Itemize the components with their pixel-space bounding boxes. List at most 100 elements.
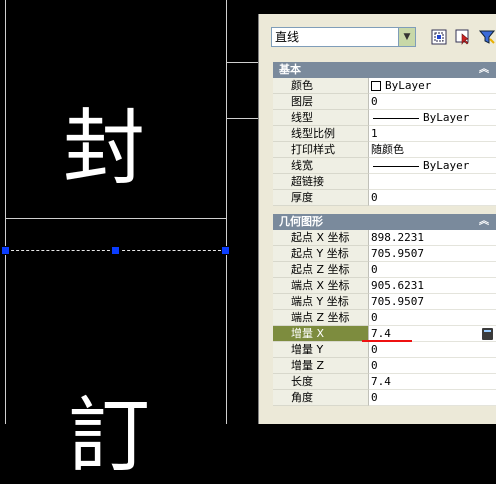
property-value[interactable]: 随颜色	[369, 142, 496, 158]
property-value[interactable]: ByLayer	[369, 78, 496, 94]
property-value[interactable]: 905.6231	[369, 278, 496, 294]
property-value-text: 0	[371, 311, 378, 324]
property-value-text: ByLayer	[385, 79, 432, 92]
frame-line-lower	[226, 118, 258, 119]
property-label: 打印样式	[273, 142, 369, 158]
property-value-text: 0	[371, 191, 378, 204]
grip-start[interactable]	[1, 246, 10, 255]
property-value[interactable]: 0	[369, 358, 496, 374]
cad-text-top[interactable]: 封	[63, 108, 145, 190]
select-objects-icon	[455, 29, 469, 45]
property-value[interactable]: 0	[369, 310, 496, 326]
property-label: 端点 Z 坐标	[273, 310, 369, 326]
property-row[interactable]: 厚度 0	[273, 190, 496, 206]
property-label: 颜色	[273, 78, 369, 94]
property-row[interactable]: 长度 7.4	[273, 374, 496, 390]
select-objects-button[interactable]	[453, 27, 473, 47]
property-value[interactable]	[369, 174, 496, 190]
property-row[interactable]: 图层 0	[273, 94, 496, 110]
property-value[interactable]: 1	[369, 126, 496, 142]
grip-end[interactable]	[221, 246, 230, 255]
border-line-left	[5, 0, 6, 424]
property-value-text: 898.2231	[371, 231, 424, 244]
property-label: 角度	[273, 390, 369, 406]
horizontal-line	[5, 218, 226, 219]
property-value[interactable]: ByLayer	[369, 110, 496, 126]
property-row[interactable]: 线宽 ByLayer	[273, 158, 496, 174]
property-label: 增量 Y	[273, 342, 369, 358]
section-header-geometry[interactable]: 几何图形 ︽	[273, 214, 496, 230]
palette-toolbar: 直线 ▼	[259, 14, 496, 50]
property-value[interactable]: ByLayer	[369, 158, 496, 174]
property-label: 线型比例	[273, 126, 369, 142]
linetype-sample-icon	[373, 165, 419, 167]
property-value-text: 0	[371, 263, 378, 276]
property-value[interactable]: 898.2231	[369, 230, 496, 246]
quick-select-button[interactable]	[477, 27, 496, 47]
property-row[interactable]: 起点 X 坐标 898.2231	[273, 230, 496, 246]
object-type-select[interactable]: 直线 ▼	[271, 27, 416, 47]
property-value-text: 905.6231	[371, 279, 424, 292]
cad-text-bottom[interactable]: 訂	[68, 396, 150, 478]
property-label: 起点 X 坐标	[273, 230, 369, 246]
property-row[interactable]: 增量 Z0	[273, 358, 496, 374]
property-value[interactable]: 0	[369, 94, 496, 110]
section-title: 基本	[279, 63, 301, 76]
property-value-text: 0	[371, 391, 378, 404]
property-value-text: 随颜色	[371, 143, 404, 156]
property-value[interactable]: 0	[369, 390, 496, 406]
chevron-up-double-icon[interactable]: ︽	[479, 62, 489, 78]
properties-palette: 直线 ▼ 基本 ︽ 颜色 ByLayer 图层 0 线型 ByLayer 线型比…	[258, 14, 496, 424]
grip-midpoint[interactable]	[111, 246, 120, 255]
property-row[interactable]: 颜色 ByLayer	[273, 78, 496, 94]
annotation-underline	[362, 340, 412, 342]
property-value[interactable]: 0	[369, 262, 496, 278]
chevron-down-icon[interactable]: ▼	[398, 28, 415, 46]
filter-icon	[479, 30, 495, 44]
property-value[interactable]: 0	[369, 342, 496, 358]
object-type-value: 直线	[275, 30, 300, 44]
property-value-text: ByLayer	[423, 111, 470, 124]
property-value-text: ByLayer	[423, 159, 470, 172]
property-label: 起点 Y 坐标	[273, 246, 369, 262]
property-label: 起点 Z 坐标	[273, 262, 369, 278]
property-value[interactable]: 705.9507	[369, 246, 496, 262]
property-value[interactable]: 7.4	[369, 374, 496, 390]
color-swatch-icon	[371, 81, 381, 91]
property-value[interactable]: 705.9507	[369, 294, 496, 310]
property-row[interactable]: 线型 ByLayer	[273, 110, 496, 126]
property-row[interactable]: 线型比例 1	[273, 126, 496, 142]
property-row[interactable]: 起点 Z 坐标 0	[273, 262, 496, 278]
property-label: 线宽	[273, 158, 369, 174]
property-grid-general: 颜色 ByLayer 图层 0 线型 ByLayer 线型比例 1 打印样式 随颜色 线宽 ByLay…	[273, 78, 496, 206]
property-row[interactable]: 增量 Y0	[273, 342, 496, 358]
section-title: 几何图形	[279, 215, 323, 228]
property-label: 长度	[273, 374, 369, 390]
pickadd-icon	[431, 29, 447, 45]
calculator-icon[interactable]	[482, 328, 493, 340]
toggle-pickadd-button[interactable]	[429, 27, 449, 47]
property-row[interactable]: 端点 Z 坐标 0	[273, 310, 496, 326]
property-row[interactable]: 端点 X 坐标 905.6231	[273, 278, 496, 294]
property-row[interactable]: 超链接	[273, 174, 496, 190]
frame-line-upper	[226, 62, 258, 63]
property-value[interactable]: 0	[369, 190, 496, 206]
property-row[interactable]: 打印样式 随颜色	[273, 142, 496, 158]
property-label: 增量 Z	[273, 358, 369, 374]
chevron-up-double-icon[interactable]: ︽	[479, 214, 489, 230]
property-label: 超链接	[273, 174, 369, 190]
section-header-general[interactable]: 基本 ︽	[273, 62, 496, 78]
property-row[interactable]: 起点 Y 坐标 705.9507	[273, 246, 496, 262]
property-label: 厚度	[273, 190, 369, 206]
property-value-text: 7.4	[371, 375, 391, 388]
linetype-sample-icon	[373, 117, 419, 119]
property-label: 线型	[273, 110, 369, 126]
property-grid-geometry: 起点 X 坐标 898.2231 起点 Y 坐标 705.9507 起点 Z 坐标 0 端点…	[273, 230, 496, 406]
property-value-text: 705.9507	[371, 295, 424, 308]
property-value-text: 0	[371, 359, 378, 372]
property-value-text: 0	[371, 95, 378, 108]
property-label: 端点 Y 坐标	[273, 294, 369, 310]
property-row[interactable]: 端点 Y 坐标 705.9507	[273, 294, 496, 310]
property-row[interactable]: 角度 0	[273, 390, 496, 406]
property-label: 图层	[273, 94, 369, 110]
